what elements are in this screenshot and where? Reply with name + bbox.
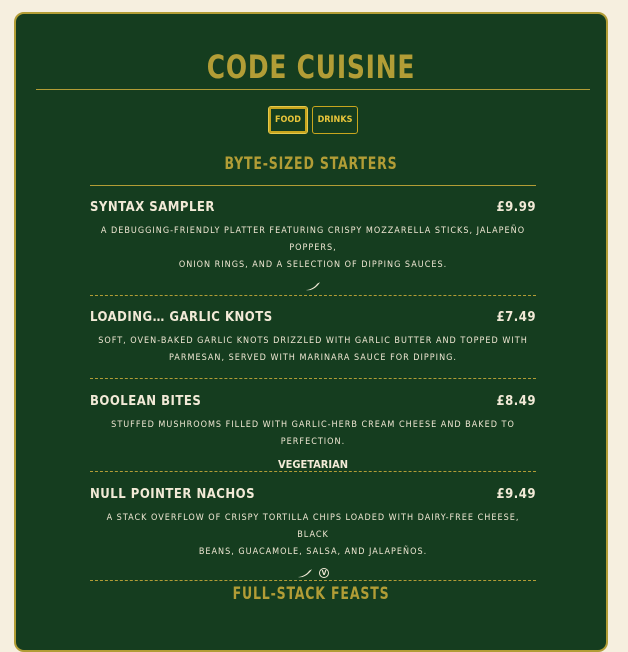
item-divider [90, 295, 536, 296]
menu-item: NULL POINTER NACHOS £9.49 A STACK OVERFL… [90, 487, 536, 578]
item-name: BOOLEAN BITES [90, 394, 202, 409]
item-tags: VEGETARIAN [90, 458, 536, 471]
menu-tabs: FOOD DRINKS [268, 106, 358, 134]
item-description-line: BEANS, GUACAMOLE, SALSA, AND JALAPEÑOS. [198, 547, 428, 557]
item-description-line: A STACK OVERFLOW OF CRISPY TORTILLA CHIP… [106, 513, 520, 540]
menu-item: SYNTAX SAMPLER £9.99 A DEBUGGING-FRIENDL… [90, 200, 536, 291]
page-title: CODE CUISINE [206, 48, 416, 86]
item-divider [90, 471, 536, 472]
section-title-starters: BYTE-SIZED STARTERS [224, 154, 398, 174]
item-name: LOADING… GARLIC KNOTS [90, 310, 273, 325]
item-description-line: SOFT, OVEN-BAKED GARLIC KNOTS DRIZZLED W… [98, 336, 528, 346]
item-price: £9.99 [496, 200, 536, 215]
item-description: A DEBUGGING-FRIENDLY PLATTER FEATURING C… [90, 223, 536, 274]
item-price: £8.49 [496, 394, 536, 409]
item-description-line: STUFFED MUSHROOMS FILLED WITH GARLIC-HER… [111, 420, 515, 447]
item-tags: V [90, 568, 536, 578]
title-divider [36, 89, 590, 90]
item-price: £7.49 [496, 310, 536, 325]
section-divider [90, 185, 536, 186]
item-tags [90, 281, 536, 291]
tab-food[interactable]: FOOD [268, 106, 308, 134]
item-description-line: ONION RINGS, AND A SELECTION OF DIPPING … [178, 260, 448, 270]
tab-drinks[interactable]: DRINKS [312, 106, 358, 134]
item-description-line: PARMESAN, SERVED WITH MARINARA SAUCE FOR… [169, 353, 457, 363]
item-name: SYNTAX SAMPLER [90, 200, 215, 215]
chili-icon [298, 569, 312, 578]
item-description: STUFFED MUSHROOMS FILLED WITH GARLIC-HER… [90, 417, 536, 451]
chili-icon [306, 282, 320, 291]
section-title-feasts: FULL-STACK FEASTS [232, 584, 390, 604]
menu-card: CODE CUISINE FOOD DRINKS BYTE-SIZED STAR… [14, 12, 608, 652]
item-description: A STACK OVERFLOW OF CRISPY TORTILLA CHIP… [90, 510, 536, 561]
item-divider [90, 580, 536, 581]
menu-item: LOADING… GARLIC KNOTS £7.49 SOFT, OVEN-B… [90, 310, 536, 367]
item-divider [90, 378, 536, 379]
vegetarian-tag: VEGETARIAN [277, 458, 349, 471]
item-price: £9.49 [496, 487, 536, 502]
item-description: SOFT, OVEN-BAKED GARLIC KNOTS DRIZZLED W… [90, 333, 536, 367]
menu-item: BOOLEAN BITES £8.49 STUFFED MUSHROOMS FI… [90, 394, 536, 471]
item-name: NULL POINTER NACHOS [90, 487, 256, 502]
item-description-line: A DEBUGGING-FRIENDLY PLATTER FEATURING C… [100, 226, 526, 253]
vegan-icon: V [319, 568, 329, 578]
